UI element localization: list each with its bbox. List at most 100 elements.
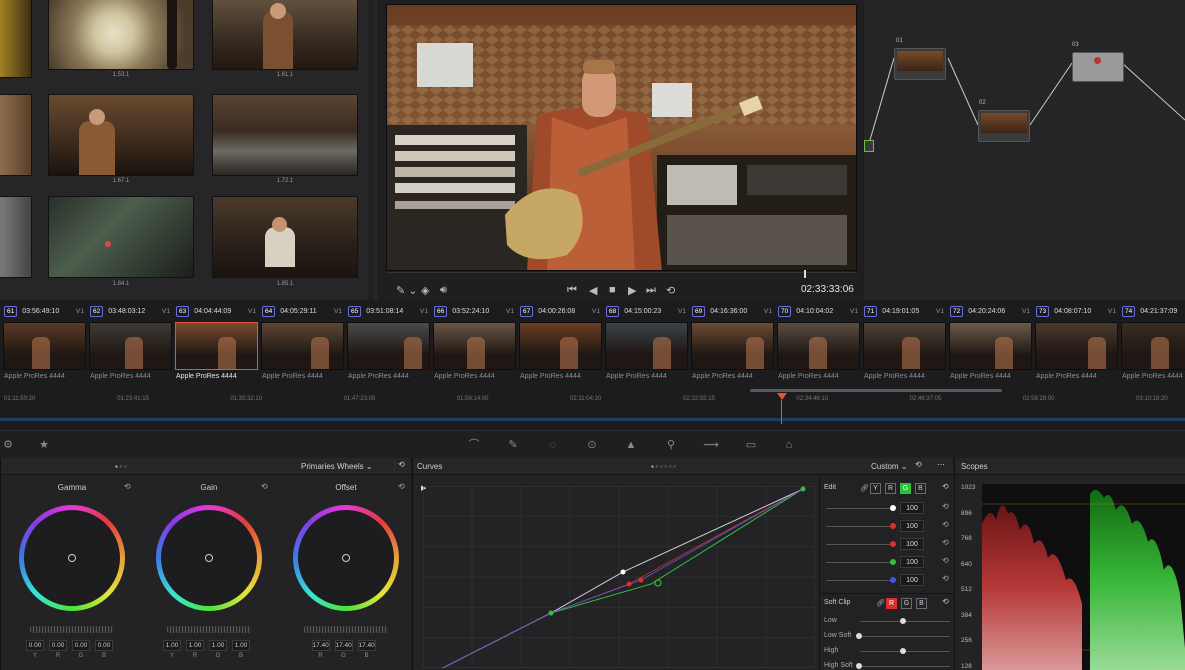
gallery-thumb-partial[interactable] bbox=[0, 0, 32, 78]
edit-value-field[interactable]: 100 bbox=[900, 520, 924, 532]
edit-value-field[interactable]: 100 bbox=[900, 556, 924, 568]
clip-thumbnail[interactable] bbox=[261, 322, 344, 370]
skip-forward-icon[interactable]: ⏭︎ bbox=[646, 284, 656, 297]
skip-back-icon[interactable]: ⏮︎ bbox=[567, 284, 577, 297]
timeline-clip[interactable]: 65 03:51:08:14 V1 Apple ProRes 4444 bbox=[345, 306, 431, 390]
channel-button-g[interactable]: G bbox=[900, 483, 911, 494]
wheel-center[interactable] bbox=[24, 510, 120, 606]
reset-icon[interactable]: ⟲ bbox=[942, 538, 949, 547]
softclip-slider-handle[interactable] bbox=[900, 618, 906, 624]
scopes-toggle-icon[interactable]: ⚙︎ bbox=[0, 437, 16, 453]
master-wheel[interactable] bbox=[167, 626, 251, 633]
wheel-center[interactable] bbox=[298, 510, 394, 606]
primaries-mode-select[interactable]: Primaries Wheels ⌄ bbox=[301, 462, 373, 471]
clip-thumbnail[interactable] bbox=[777, 322, 860, 370]
favorite-icon[interactable]: ★ bbox=[36, 437, 52, 453]
3d-icon[interactable]: ⌂ bbox=[781, 437, 797, 453]
wheel-value-field[interactable]: 1.00 bbox=[186, 640, 204, 651]
clip-thumbnail[interactable] bbox=[691, 322, 774, 370]
reset-icon[interactable]: ⟲ bbox=[942, 574, 949, 583]
timeline-ruler[interactable]: 01:11:50:20 01:23:41:15 01:35:32:10 01:47:2… bbox=[0, 396, 1185, 406]
magic-mask-icon[interactable]: ▲ bbox=[623, 437, 639, 453]
wheel-value-field[interactable]: 0.00 bbox=[95, 640, 113, 651]
softclip-button-r[interactable]: R bbox=[886, 598, 897, 609]
wheel-puck[interactable] bbox=[342, 554, 350, 562]
timeline-clip[interactable]: 73 04:08:07:10 V1 Apple ProRes 4444 bbox=[1033, 306, 1119, 390]
timeline-clip[interactable]: 71 04:19:01:05 V1 Apple ProRes 4444 bbox=[861, 306, 947, 390]
reset-icon[interactable]: ⟲ bbox=[261, 482, 268, 491]
reset-icon[interactable]: ⟲ bbox=[942, 482, 949, 491]
edit-value-field[interactable]: 100 bbox=[900, 574, 924, 586]
softclip-slider-handle[interactable] bbox=[856, 663, 862, 669]
softclip-slider-handle[interactable] bbox=[856, 633, 862, 639]
gallery-thumb-partial[interactable] bbox=[0, 94, 32, 176]
clip-thumbnail[interactable] bbox=[175, 322, 258, 370]
more-icon[interactable]: ⋯ bbox=[937, 460, 945, 469]
clip-thumbnail[interactable] bbox=[949, 322, 1032, 370]
qualifier-icon[interactable]: ✎ bbox=[505, 437, 521, 453]
key-icon[interactable]: ⟿ bbox=[703, 437, 719, 453]
gallery-thumb-1[interactable] bbox=[48, 0, 194, 70]
softclip-slider-handle[interactable] bbox=[900, 648, 906, 654]
channel-button-b[interactable]: B bbox=[915, 483, 926, 494]
loop-icon[interactable]: ⟲ bbox=[666, 284, 675, 297]
wheel-value-field[interactable]: 17.40 bbox=[357, 640, 376, 651]
softclip-slider-track[interactable] bbox=[860, 636, 950, 637]
reset-icon[interactable]: ⟲ bbox=[124, 482, 131, 491]
audio-icon[interactable]: 🔊︎ bbox=[440, 284, 447, 297]
timeline-clip[interactable]: 62 03:48:03:12 V1 Apple ProRes 4444 bbox=[87, 306, 173, 390]
clip-thumbnail[interactable] bbox=[519, 322, 602, 370]
stop-icon[interactable]: ■ bbox=[609, 284, 616, 296]
grade-icon[interactable]: ◈ bbox=[421, 284, 429, 297]
wheel-value-field[interactable]: 17.40 bbox=[334, 640, 353, 651]
edit-slider-track[interactable] bbox=[826, 508, 896, 509]
tracker-icon[interactable]: ⊙ bbox=[584, 437, 600, 453]
edit-slider-handle[interactable] bbox=[890, 505, 896, 511]
link-icon[interactable]: 🔗︎ bbox=[860, 484, 869, 492]
play-icon[interactable]: ▶ bbox=[628, 284, 636, 297]
timeline-track-bar[interactable] bbox=[0, 418, 1185, 421]
timeline-clip[interactable]: 61 03:56:49:10 V1 Apple ProRes 4444 bbox=[1, 306, 87, 390]
clip-thumbnail[interactable] bbox=[89, 322, 172, 370]
curves-mode-select[interactable]: Custom ⌄ bbox=[871, 462, 908, 471]
tool-icon[interactable]: ✎ ⌄ bbox=[396, 284, 418, 297]
edit-slider-handle[interactable] bbox=[890, 523, 896, 529]
playhead[interactable] bbox=[777, 393, 787, 400]
reverse-play-icon[interactable]: ◀ bbox=[589, 284, 597, 297]
timeline-clip[interactable]: 68 04:15:00:23 V1 Apple ProRes 4444 bbox=[603, 306, 689, 390]
edit-slider-handle[interactable] bbox=[890, 559, 896, 565]
timeline-clip[interactable]: 69 04:16:36:00 V1 Apple ProRes 4444 bbox=[689, 306, 775, 390]
wheel-value-field[interactable]: 1.00 bbox=[232, 640, 250, 651]
clip-thumbnail[interactable] bbox=[1035, 322, 1118, 370]
channel-button-y[interactable]: Y bbox=[870, 483, 881, 494]
timeline-clip[interactable]: 64 04:05:29:11 V1 Apple ProRes 4444 bbox=[259, 306, 345, 390]
clip-thumbnail[interactable] bbox=[863, 322, 946, 370]
master-wheel[interactable] bbox=[30, 626, 114, 633]
node-03[interactable] bbox=[1072, 52, 1124, 82]
timeline-clip[interactable]: 74 04:21:37:09 Apple ProRes 4444 bbox=[1119, 306, 1185, 390]
edit-value-field[interactable]: 100 bbox=[900, 538, 924, 550]
gallery-thumb-partial[interactable] bbox=[0, 196, 32, 278]
wheel-puck[interactable] bbox=[205, 554, 213, 562]
gallery-scrollbar[interactable] bbox=[368, 0, 374, 300]
gallery-thumb-5[interactable] bbox=[48, 196, 194, 278]
edit-slider-track[interactable] bbox=[826, 562, 896, 563]
edit-slider-track[interactable] bbox=[826, 526, 896, 527]
clip-thumbnail[interactable] bbox=[605, 322, 688, 370]
link-icon[interactable]: 🔗︎ bbox=[876, 599, 885, 607]
gallery-thumb-6[interactable] bbox=[212, 196, 358, 278]
softclip-slider-track[interactable] bbox=[860, 666, 950, 667]
master-wheel[interactable] bbox=[304, 626, 388, 633]
softclip-button-b[interactable]: B bbox=[916, 598, 927, 609]
wheel-value-field[interactable]: 1.00 bbox=[163, 640, 181, 651]
gallery-thumb-4[interactable] bbox=[212, 94, 358, 176]
reset-icon[interactable]: ⟲ bbox=[915, 460, 922, 469]
wheel-puck[interactable] bbox=[68, 554, 76, 562]
color-wheel[interactable] bbox=[19, 505, 125, 611]
node-input[interactable] bbox=[864, 140, 874, 152]
edit-slider-handle[interactable] bbox=[890, 577, 896, 583]
blur-icon[interactable]: ⚲ bbox=[663, 437, 679, 453]
timeline-scrollbar[interactable] bbox=[750, 389, 1002, 392]
gallery-thumb-3[interactable] bbox=[48, 94, 194, 176]
wheel-value-field[interactable]: 0.00 bbox=[72, 640, 90, 651]
